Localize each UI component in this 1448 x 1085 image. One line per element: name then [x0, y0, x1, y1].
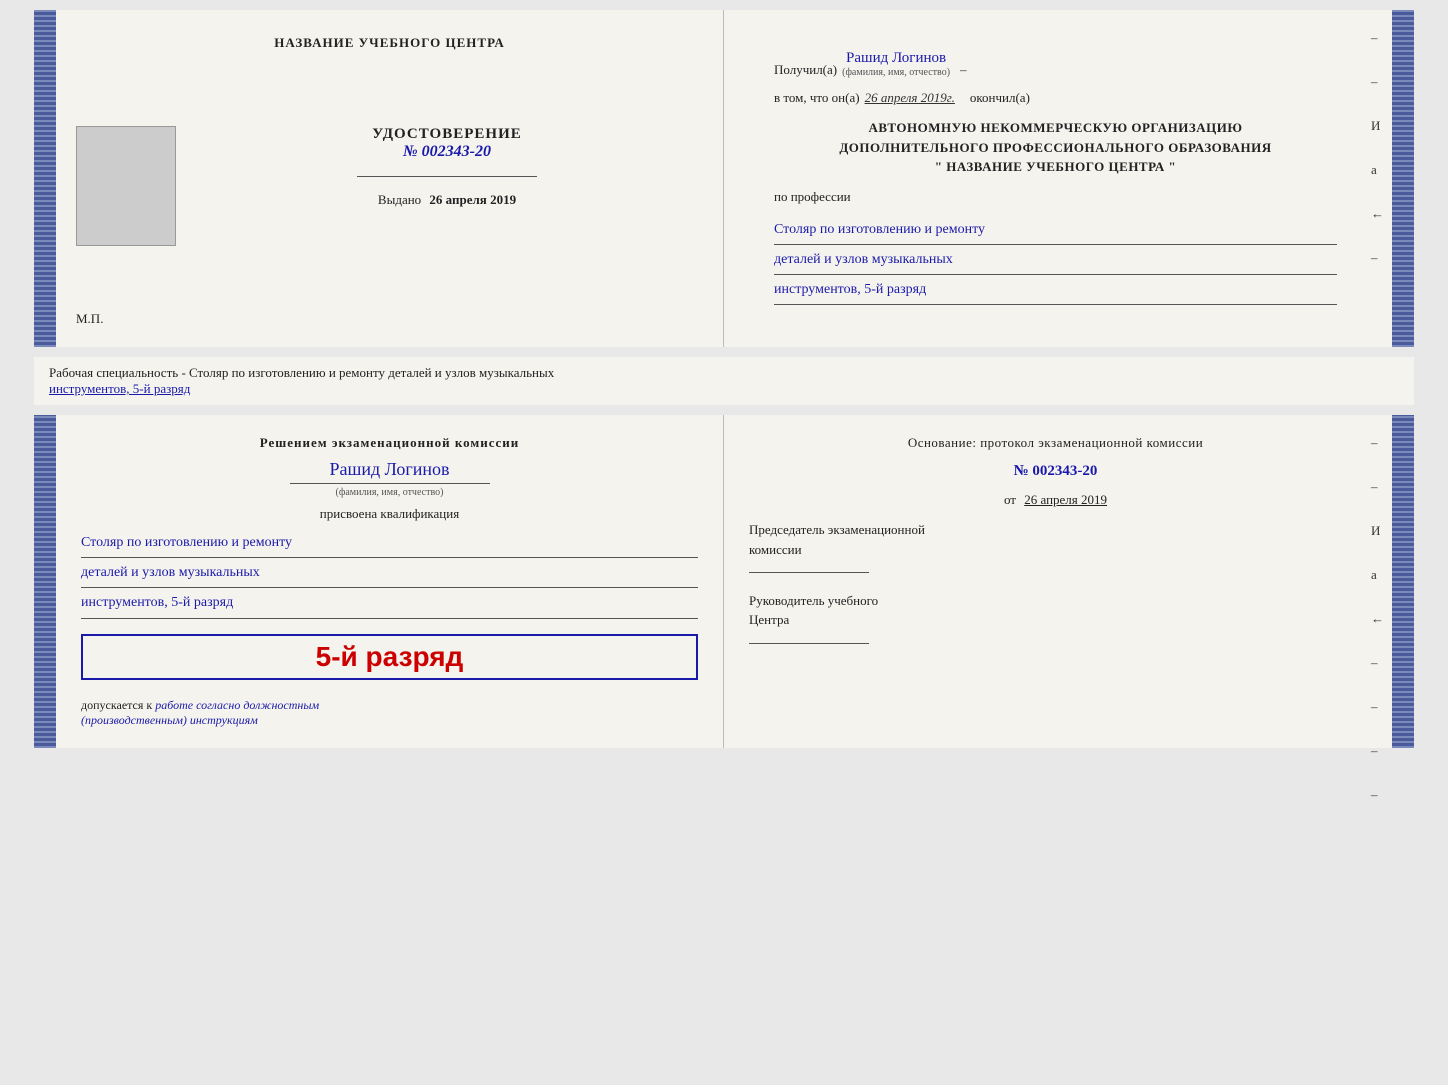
top-left-panel: НАЗВАНИЕ УЧЕБНОГО ЦЕНТРА УДОСТОВЕРЕНИЕ №… — [56, 10, 724, 347]
bottom-right-decorations: – – И а ← – – – – — [1371, 435, 1384, 803]
top-document: НАЗВАНИЕ УЧЕБНОГО ЦЕНТРА УДОСТОВЕРЕНИЕ №… — [34, 10, 1414, 347]
bottom-recipient-name: Рашид Логинов — [329, 459, 449, 480]
chairman-signature — [749, 572, 869, 573]
specialty-separator: Рабочая специальность - Столяр по изгото… — [34, 357, 1414, 405]
poluchil-line: Получил(а) Рашид Логинов (фамилия, имя, … — [774, 50, 1337, 78]
dopuskaetsya-line: допускается к работе согласно должностны… — [81, 698, 698, 728]
bottom-profession-block: Столяр по изготовлению и ремонту деталей… — [81, 530, 698, 621]
org-block: АВТОНОМНУЮ НЕКОММЕРЧЕСКУЮ ОРГАНИЗАЦИЮ ДО… — [774, 118, 1337, 177]
top-right-panel: Получил(а) Рашид Логинов (фамилия, имя, … — [724, 10, 1392, 347]
cert-main-area: УДОСТОВЕРЕНИЕ № 002343-20 Выдано 26 апре… — [76, 126, 703, 246]
vtom-line: в том, что он(а) 26 апреля 2019г. окончи… — [774, 90, 1337, 106]
rukovoditel-block: Руководитель учебного Центра — [749, 591, 1362, 650]
recipient-name: Рашид Логинов — [846, 50, 946, 67]
bottom-name-block: Рашид Логинов (фамилия, имя, отчество) — [81, 459, 698, 498]
top-right-content: Получил(а) Рашид Логинов (фамилия, имя, … — [749, 30, 1367, 327]
razryad-box: 5-й разряд — [81, 634, 698, 680]
razryad-big-text: 5-й разряд — [316, 641, 464, 672]
cert-text: УДОСТОВЕРЕНИЕ № 002343-20 Выдано 26 апре… — [191, 126, 703, 208]
school-name-title: НАЗВАНИЕ УЧЕБНОГО ЦЕНТРА — [274, 35, 505, 51]
bottom-left-texture — [34, 415, 56, 748]
udost-label: УДОСТОВЕРЕНИЕ — [372, 126, 522, 143]
left-texture — [34, 10, 56, 347]
udost-number: № 002343-20 — [403, 143, 491, 161]
mp-label: М.П. — [76, 311, 103, 327]
protocol-number: № 002343-20 — [749, 463, 1362, 480]
prisvoena-label: присвоена квалификация — [81, 506, 698, 522]
vydano-line: Выдано 26 апреля 2019 — [378, 192, 516, 208]
bottom-document: Решением экзаменационной комиссии Рашид … — [34, 415, 1414, 748]
right-texture — [1392, 10, 1414, 347]
bottom-right-texture — [1392, 415, 1414, 748]
osnovanie-title: Основание: протокол экзаменационной коми… — [749, 435, 1362, 451]
chairman-block: Председатель экзаменационной комиссии — [749, 520, 1362, 579]
rukovoditel-signature — [749, 643, 869, 644]
photo-placeholder — [76, 126, 176, 246]
bottom-left-panel: Решением экзаменационной комиссии Рашид … — [56, 415, 724, 748]
resheniem-title: Решением экзаменационной комиссии — [81, 435, 698, 451]
po-professii: по профессии — [774, 189, 1337, 205]
profession-block: Столяр по изготовлению и ремонту деталей… — [774, 217, 1337, 308]
ot-date-line: от 26 апреля 2019 — [749, 492, 1362, 508]
right-decorations: – – И а ← – — [1371, 30, 1384, 266]
bottom-right-panel: Основание: протокол экзаменационной коми… — [724, 415, 1392, 748]
